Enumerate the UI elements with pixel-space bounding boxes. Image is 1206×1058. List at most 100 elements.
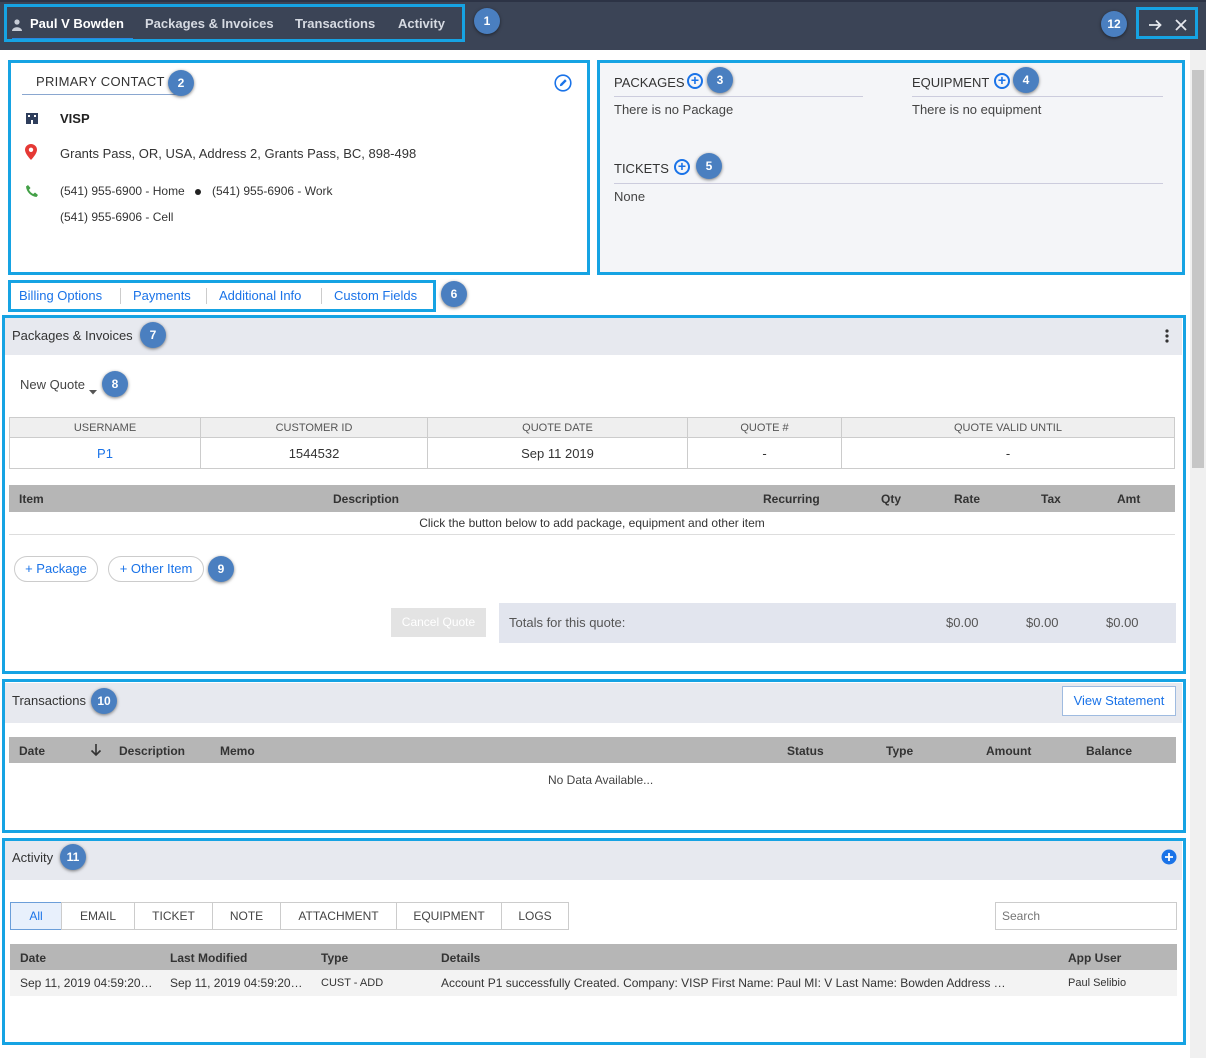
activity-search-input[interactable]: [995, 902, 1177, 930]
link-billing-options[interactable]: Billing Options: [19, 288, 102, 303]
link-custom-fields[interactable]: Custom Fields: [334, 288, 417, 303]
add-other-item-button[interactable]: + Other Item: [108, 556, 204, 582]
divider: [614, 183, 1163, 184]
col-description: Description: [333, 492, 400, 506]
quote-customer-id: 1544532: [200, 437, 428, 469]
link-divider: [120, 288, 121, 304]
total-rate: $0.00: [946, 615, 979, 630]
col-status[interactable]: Status: [787, 744, 824, 758]
activity-tab-all[interactable]: All: [10, 902, 62, 930]
badge-11: 11: [60, 844, 86, 870]
link-payments[interactable]: Payments: [133, 288, 191, 303]
badge-5: 5: [696, 153, 722, 179]
quote-table-header: USERNAME CUSTOMER ID QUOTE DATE QUOTE # …: [9, 417, 1175, 438]
link-divider: [321, 288, 322, 304]
badge-3: 3: [707, 67, 733, 93]
divider: [912, 96, 1163, 97]
divider: [614, 96, 863, 97]
activity-tab-note[interactable]: NOTE: [212, 902, 281, 930]
col-amount[interactable]: Amount: [986, 744, 1031, 758]
packages-invoices-header: Packages & Invoices: [4, 318, 1182, 355]
equipment-heading: EQUIPMENT: [912, 75, 990, 90]
more-vertical-icon[interactable]: [1164, 328, 1170, 344]
tab-transactions[interactable]: Transactions: [295, 16, 375, 31]
total-tax: $0.00: [1026, 615, 1059, 630]
col-type[interactable]: Type: [886, 744, 913, 758]
add-ticket-plus-icon[interactable]: +: [674, 159, 690, 175]
col-balance[interactable]: Balance: [1086, 744, 1132, 758]
transactions-header: Transactions View Statement: [4, 683, 1182, 723]
add-package-plus-icon[interactable]: +: [687, 73, 703, 89]
caret-down-icon[interactable]: [89, 382, 97, 395]
col-description[interactable]: Description: [119, 744, 185, 758]
company-name: VISP: [60, 111, 90, 126]
total-amt: $0.00: [1106, 615, 1139, 630]
phone-home: (541) 955-6900 - Home: [60, 184, 185, 198]
location-pin-icon: [25, 144, 37, 160]
quote-table: USERNAME CUSTOMER ID QUOTE DATE QUOTE # …: [9, 417, 1175, 469]
col-quote-date: QUOTE DATE: [427, 417, 688, 438]
add-package-button[interactable]: + Package: [14, 556, 98, 582]
col-qty: Qty: [881, 492, 902, 506]
link-additional-info[interactable]: Additional Info: [219, 288, 301, 303]
activity-header: Activity: [4, 840, 1182, 880]
add-activity-plus-icon[interactable]: [1161, 849, 1177, 865]
badge-4: 4: [1013, 67, 1039, 93]
packages-empty: There is no Package: [614, 102, 734, 117]
sub-links-bar: Billing Options Payments Additional Info…: [10, 282, 434, 310]
activity-tab-logs[interactable]: LOGS: [501, 902, 569, 930]
quote-username-link[interactable]: P1: [9, 437, 201, 469]
section-title: Transactions: [12, 693, 86, 708]
phone-icon: [25, 184, 39, 198]
col-date[interactable]: Date: [20, 951, 46, 965]
close-icon[interactable]: [1174, 18, 1188, 32]
badge-1: 1: [474, 8, 500, 34]
badge-7: 7: [140, 322, 166, 348]
scrollbar-thumb[interactable]: [1192, 70, 1204, 468]
tab-packages-invoices[interactable]: Packages & Invoices: [145, 16, 274, 31]
view-statement-button[interactable]: View Statement: [1062, 686, 1176, 716]
activity-tab-attachment[interactable]: ATTACHMENT: [280, 902, 397, 930]
tickets-heading: TICKETS: [614, 161, 669, 176]
separator-dot: [195, 189, 201, 195]
activity-tab-email[interactable]: EMAIL: [61, 902, 135, 930]
activity-tab-ticket[interactable]: TICKET: [134, 902, 213, 930]
badge-12: 12: [1101, 11, 1127, 37]
col-quote-number: QUOTE #: [687, 417, 842, 438]
col-last-modified[interactable]: Last Modified: [170, 951, 247, 965]
quote-number: -: [687, 437, 842, 469]
activity-tab-equipment[interactable]: EQUIPMENT: [396, 902, 502, 930]
tab-customer-name[interactable]: Paul V Bowden: [30, 16, 124, 31]
items-table-header: Item Description Recurring Qty Rate Tax …: [9, 485, 1175, 512]
col-type[interactable]: Type: [321, 951, 348, 965]
activity-last-modified: Sep 11, 2019 04:59:20…: [170, 976, 303, 990]
add-equipment-plus-icon[interactable]: +: [994, 73, 1010, 89]
tickets-empty: None: [614, 189, 646, 204]
col-memo[interactable]: Memo: [220, 744, 255, 758]
building-icon: [25, 111, 39, 125]
col-tax: Tax: [1041, 492, 1061, 506]
col-rate: Rate: [954, 492, 981, 506]
summary-panel: PACKAGES + There is no Package EQUIPMENT…: [599, 62, 1183, 272]
new-quote-dropdown[interactable]: New Quote: [20, 377, 85, 392]
phone-work: (541) 955-6906 - Work: [212, 184, 333, 198]
edit-icon[interactable]: [554, 74, 572, 92]
contact-panel: PRIMARY CONTACT VISP Grants Pass, OR, US…: [10, 62, 588, 272]
col-quote-valid-until: QUOTE VALID UNTIL: [841, 417, 1175, 438]
tab-activity[interactable]: Activity: [398, 16, 445, 31]
col-date[interactable]: Date: [19, 744, 45, 758]
col-app-user[interactable]: App User: [1068, 951, 1121, 965]
cancel-quote-button[interactable]: Cancel Quote: [391, 608, 486, 637]
activity-date: Sep 11, 2019 04:59:20…: [20, 976, 153, 990]
activity-table-header: Date Last Modified Type Details App User: [10, 944, 1177, 970]
arrow-right-icon[interactable]: [1147, 17, 1163, 33]
totals-label: Totals for this quote:: [509, 615, 626, 630]
col-details[interactable]: Details: [441, 951, 480, 965]
sort-down-arrow-icon[interactable]: [90, 743, 102, 757]
activity-row[interactable]: Sep 11, 2019 04:59:20… Sep 11, 2019 04:5…: [10, 970, 1177, 996]
transactions-empty: No Data Available...: [548, 773, 654, 787]
section-title: Activity: [12, 850, 54, 865]
user-icon: [12, 18, 22, 31]
heading-underline: [22, 94, 178, 95]
section-title: Packages & Invoices: [12, 328, 133, 343]
